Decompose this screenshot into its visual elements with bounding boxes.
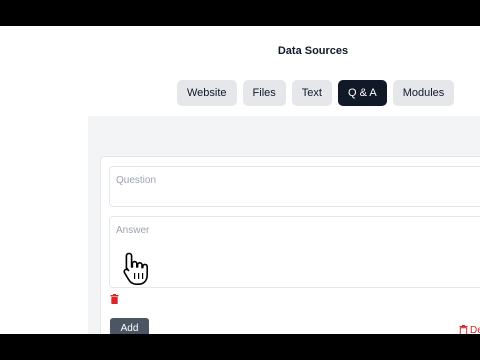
tab-website[interactable]: Website (177, 80, 237, 106)
letterbox-bottom (0, 334, 480, 360)
hand-pointer-icon (123, 252, 148, 285)
trash-icon (459, 325, 468, 334)
page-title: Data Sources (277, 45, 349, 57)
question-input[interactable]: Question (109, 166, 480, 207)
tab-text[interactable]: Text (291, 80, 332, 106)
add-button[interactable]: Add (110, 318, 149, 334)
question-placeholder: Question (116, 175, 157, 186)
answer-input[interactable]: Answer (109, 216, 480, 288)
trash-icon[interactable] (110, 294, 119, 304)
tab-qa[interactable]: Q & A (337, 80, 387, 106)
delete-button[interactable]: De (459, 324, 480, 334)
page: Data Sources Website Files Text Q & A Mo… (0, 26, 480, 334)
answer-placeholder: Answer (116, 225, 150, 236)
tab-modules[interactable]: Modules (392, 80, 455, 106)
tab-files[interactable]: Files (242, 80, 286, 106)
source-tabs: Website Files Text Q & A Modules (177, 80, 455, 106)
delete-label: De (470, 324, 480, 335)
